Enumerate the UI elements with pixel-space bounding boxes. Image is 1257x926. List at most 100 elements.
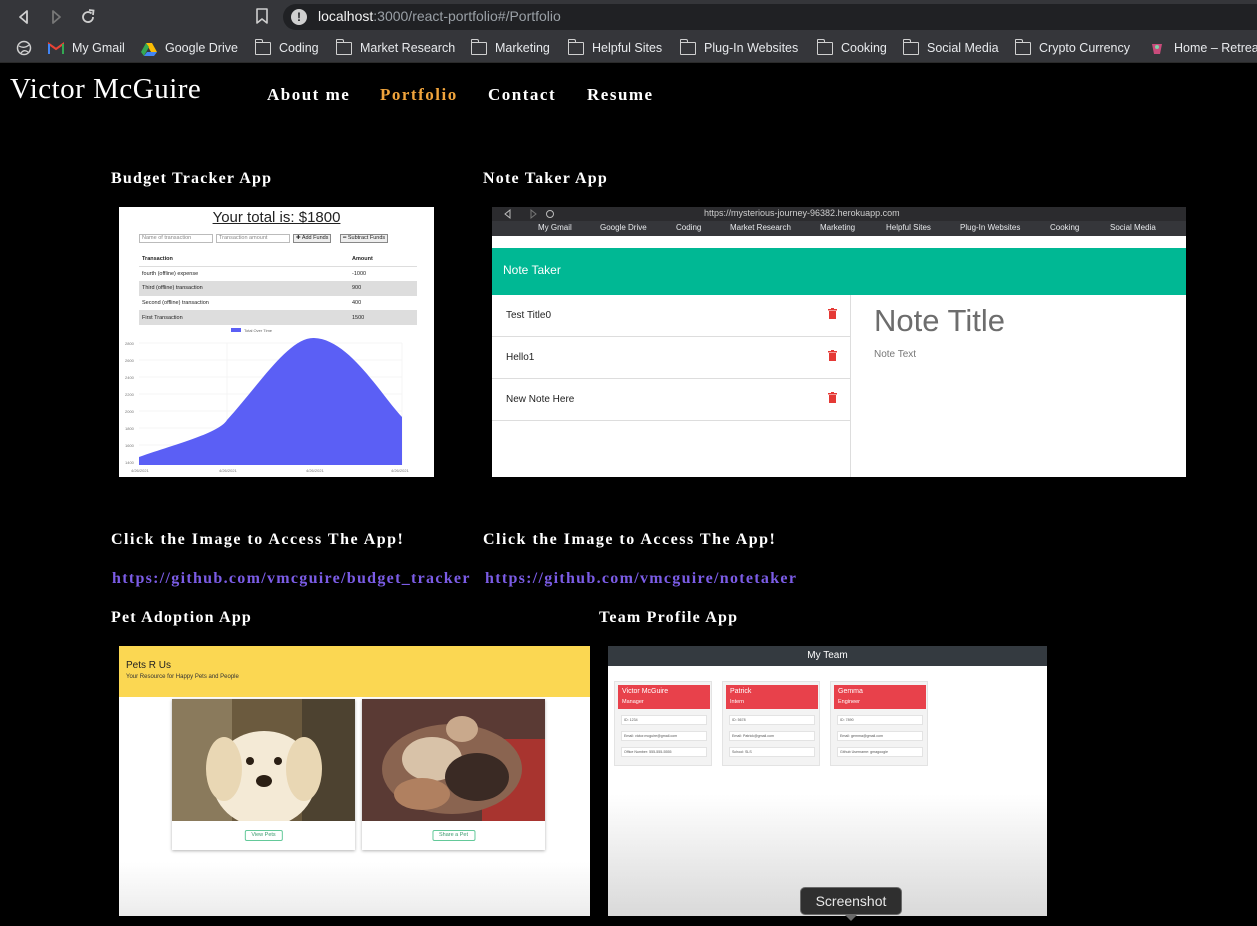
budget-area-chart: Total Over Time 2800 2600 2400 2200 2000 180… [125,328,410,473]
bookmark-helpful-sites[interactable]: Helpful Sites [568,38,663,57]
thumb-bookmark: Market Research [730,223,791,232]
forward-icon[interactable] [46,7,66,27]
site-brand[interactable]: Victor McGuire [10,73,201,106]
svg-text:2400: 2400 [125,375,135,380]
bookmark-label: Plug-In Websites [704,41,799,55]
svg-text:4/26/2021: 4/26/2021 [306,468,325,473]
team-profile-thumbnail[interactable]: My Team Victor McGuire Manager ID: 1234 … [608,646,1047,916]
bookmark-cooking[interactable]: Cooking [817,38,887,57]
team-header-title: My Team [807,650,848,661]
employee-role: Manager [622,699,644,705]
employee-role: Engineer [838,699,861,705]
thumb-url-text: https://mysterious-journey-96382.herokua… [704,208,900,218]
employee-school: School: SLS [729,747,815,757]
thumb-bookmark: Google Drive [600,223,647,232]
employee-id: ID: 1234 [621,715,707,725]
thumb-bookmark: Social Media [1110,223,1156,232]
table-cell: fourth (offline) expense [139,266,349,282]
budget-tracker-thumbnail[interactable]: Your total is: $1800 Name of transaction… [119,207,434,477]
project-title-team: Team Profile App [599,609,739,626]
svg-text:2800: 2800 [125,341,135,346]
screenshot-tooltip: Screenshot [800,887,902,915]
pet-adoption-thumbnail[interactable]: Pets R Us Your Resource for Happy Pets a… [119,646,590,916]
bookmark-my-gmail[interactable]: My Gmail [48,39,125,57]
note-title-placeholder: Note Title [874,303,1005,338]
budget-cta: Click the Image to Access The App! [111,531,405,548]
svg-text:4/26/2021: 4/26/2021 [219,468,238,473]
employee-card-header: Gemma Engineer [834,685,926,709]
nav-resume[interactable]: Resume [587,85,654,105]
employee-id: ID: 7890 [837,715,923,725]
folder-icon [903,38,919,55]
table-cell: -1000 [349,266,417,282]
svg-text:1400: 1400 [125,460,135,465]
bookmark-google-drive[interactable]: Google Drive [141,39,238,57]
bookmark-label: Home – Retrea [1174,41,1257,55]
url-text: localhost:3000/react-portfolio#/Portfoli… [318,8,561,24]
project-title-pets: Pet Adoption App [111,609,253,626]
svg-text:2600: 2600 [125,358,135,363]
trash-icon [828,350,837,361]
view-pets-button: View Pets [244,830,283,841]
bookmark-label: Market Research [360,41,456,55]
folder-icon [255,38,271,55]
bookmark-label: Social Media [927,41,999,55]
table-cell: Second (offline) transaction [139,295,349,311]
table-row: First Transaction 1500 [139,310,417,326]
apps-icon[interactable] [16,39,32,57]
budget-github-link[interactable]: https://github.com/vmcguire/budget_track… [112,570,471,588]
nav-portfolio[interactable]: Portfolio [380,85,458,105]
nav-about-me[interactable]: About me [267,85,350,105]
address-bar[interactable]: ! localhost:3000/react-portfolio#/Portfo… [283,4,1257,30]
bookmark-coding[interactable]: Coding [255,38,319,57]
nav-contact[interactable]: Contact [488,85,556,105]
pet-card: Share a Pet [362,699,545,850]
thumb-browser-toolbar: https://mysterious-journey-96382.herokua… [492,207,1186,221]
employee-card: Gemma Engineer ID: 7890 Email: gemma@gma… [830,681,928,766]
thumb-bookmark: Plug-In Websites [960,223,1021,232]
team-header: My Team [608,646,1047,666]
bookmark-label: Crypto Currency [1039,41,1130,55]
bookmark-label: Helpful Sites [592,41,663,55]
bookmark-plug-in-websites[interactable]: Plug-In Websites [680,38,799,57]
table-row: Second (offline) transaction 400 [139,295,417,311]
trash-icon [828,392,837,403]
bookmark-social-media[interactable]: Social Media [903,38,999,57]
thumb-bookmark: My Gmail [538,223,572,232]
table-header: Amount [349,252,417,268]
bookmark-crypto-currency[interactable]: Crypto Currency [1015,38,1130,57]
svg-text:1600: 1600 [125,443,135,448]
note-cta: Click the Image to Access The App! [483,531,777,548]
reload-icon[interactable] [78,7,98,27]
site-info-icon[interactable]: ! [291,9,307,25]
note-taker-brand: Note Taker [503,263,561,277]
trash-icon [828,308,837,319]
folder-icon [1015,38,1031,55]
folder-icon [336,38,352,55]
bookmark-home-retreat[interactable]: Home – Retrea [1150,39,1257,57]
bookmark-icon[interactable] [254,7,270,25]
list-item: New Note Here [492,379,851,421]
transaction-amount-input: Transaction amount [216,234,290,243]
note-item-title: Test Title0 [506,310,552,321]
svg-text:1800: 1800 [125,426,135,431]
table-cell: 1500 [349,310,417,326]
table-cell: Third (offline) transaction [139,281,349,297]
employee-email: Email: victor.mcguire@gmail.com [621,731,707,741]
chart-legend-label: Total Over Time [244,328,273,333]
thumb-bookmark: Helpful Sites [886,223,931,232]
note-taker-thumbnail[interactable]: https://mysterious-journey-96382.herokua… [492,207,1186,477]
svg-text:4/26/2021: 4/26/2021 [131,468,150,473]
bookmark-marketing[interactable]: Marketing [471,38,550,57]
svg-text:2200: 2200 [125,392,135,397]
back-icon[interactable] [14,7,34,27]
bookmark-market-research[interactable]: Market Research [336,38,456,57]
pets-header: Pets R Us Your Resource for Happy Pets a… [119,646,590,697]
employee-id: ID: 5678 [729,715,815,725]
bookmark-label: My Gmail [72,41,125,55]
note-list: Test Title0 Hello1 New Note Here [492,295,851,477]
note-github-link[interactable]: https://github.com/vmcguire/notetaker [485,570,797,588]
table-cell: 900 [349,281,417,297]
share-pet-button: Share a Pet [431,830,476,841]
employee-name: Patrick [730,688,752,695]
